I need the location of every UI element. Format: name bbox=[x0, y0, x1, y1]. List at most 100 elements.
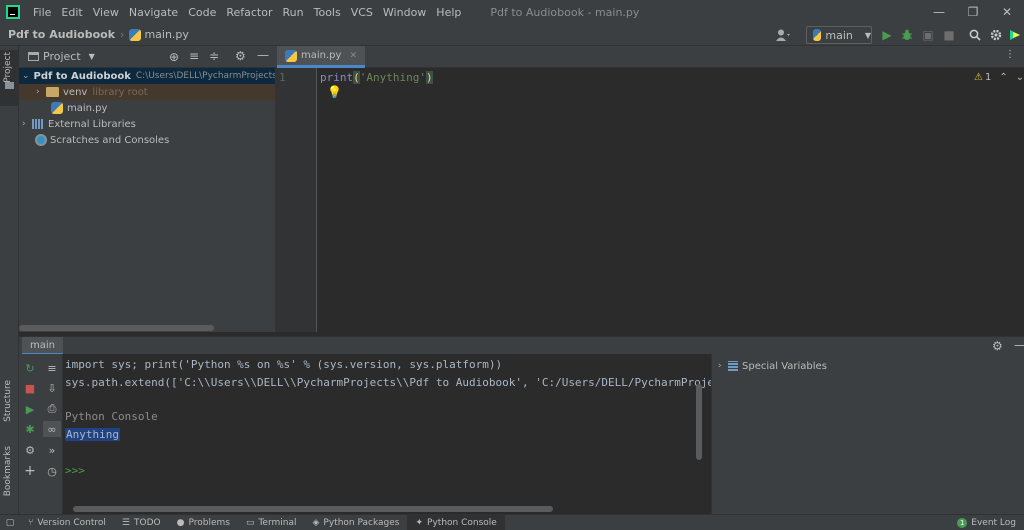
close-icon[interactable]: ✕ bbox=[990, 0, 1024, 24]
restore-icon[interactable]: ❐ bbox=[956, 0, 990, 24]
tree-item-external-libraries[interactable]: › External Libraries bbox=[22, 116, 136, 132]
status-python-console[interactable]: ✦ Python Console bbox=[407, 514, 505, 530]
code-line-1[interactable]: print('Anything') bbox=[320, 71, 433, 84]
expand-all-icon[interactable]: ≡ bbox=[189, 49, 199, 63]
hide-panel-icon[interactable]: — bbox=[257, 48, 269, 62]
status-label: Terminal bbox=[258, 517, 297, 528]
console-tab-bar: main ⚙ — bbox=[19, 336, 1024, 355]
locate-file-icon[interactable]: ⊕ bbox=[169, 50, 179, 64]
run-configuration-select[interactable]: main ▼ bbox=[806, 26, 872, 44]
menu-tools[interactable]: Tools bbox=[309, 6, 346, 19]
minimize-icon[interactable]: — bbox=[922, 0, 956, 24]
lightbulb-icon[interactable]: 💡 bbox=[327, 85, 342, 99]
tab-console-main[interactable]: main bbox=[22, 337, 63, 355]
run-with-coverage-icon[interactable]: ▣ bbox=[920, 27, 936, 43]
previous-highlight-icon[interactable]: ⌃ bbox=[999, 72, 1007, 83]
horizontal-scrollbar[interactable] bbox=[73, 506, 553, 512]
console-line: sys.path.extend(['C:\\Users\\DELL\\Pycha… bbox=[65, 376, 721, 389]
hide-console-icon[interactable]: — bbox=[1014, 338, 1024, 352]
show-variables-icon[interactable]: ∞ bbox=[43, 421, 61, 437]
breadcrumb-separator-icon: › bbox=[120, 28, 125, 41]
run-icon[interactable]: ▶ bbox=[879, 27, 895, 43]
stop-icon[interactable]: ■ bbox=[22, 380, 38, 396]
menu-help[interactable]: Help bbox=[431, 6, 466, 19]
status-terminal[interactable]: ▭ Terminal bbox=[238, 515, 305, 530]
menu-refactor[interactable]: Refactor bbox=[221, 6, 277, 19]
debug-icon[interactable]: ✱ bbox=[22, 421, 38, 437]
menu-run[interactable]: Run bbox=[278, 6, 309, 19]
toggle-tool-windows-icon[interactable]: ▢ bbox=[0, 518, 20, 528]
console-toolbar-right: ≡ ⇩ ⎙ ∞ » ◷ bbox=[41, 354, 63, 514]
menu-edit[interactable]: Edit bbox=[56, 6, 87, 19]
chevron-right-icon[interactable]: › bbox=[22, 119, 32, 129]
structure-tool-tab[interactable]: Structure bbox=[3, 380, 13, 422]
print-icon[interactable]: ⎙ bbox=[44, 401, 60, 417]
tree-main-py-label: main.py bbox=[67, 102, 108, 114]
stop-icon[interactable]: ■ bbox=[941, 27, 957, 43]
history-clock-icon[interactable]: ◷ bbox=[44, 463, 60, 479]
window-title: Pdf to Audiobook - main.py bbox=[490, 5, 640, 19]
breadcrumb-file[interactable]: main.py bbox=[144, 28, 188, 41]
settings-gear-icon[interactable] bbox=[988, 27, 1004, 43]
menu-code[interactable]: Code bbox=[183, 6, 221, 19]
chevron-down-icon[interactable]: ▼ bbox=[89, 52, 95, 61]
soft-wrap-icon[interactable]: ≡ bbox=[44, 360, 60, 376]
console-toolbar-left: ↻ ■ ▶ ✱ ⚙ + bbox=[19, 354, 41, 514]
debug-icon[interactable] bbox=[899, 27, 915, 43]
tree-item-root[interactable]: ⌄ Pdf to Audiobook C:\Users\DELL\Pycharm… bbox=[19, 68, 280, 84]
status-problems[interactable]: ● Problems bbox=[169, 515, 238, 530]
user-icon[interactable] bbox=[772, 27, 794, 43]
console-settings-icon[interactable]: ⚙ bbox=[22, 442, 38, 458]
breadcrumb-project[interactable]: Pdf to Audiobook bbox=[8, 28, 115, 41]
history-forward-icon[interactable]: » bbox=[44, 442, 60, 458]
left-tool-stripe: Project Structure Bookmarks bbox=[0, 46, 19, 514]
search-icon[interactable] bbox=[967, 27, 983, 43]
scratches-icon bbox=[35, 134, 47, 146]
terminal-icon: ▭ bbox=[245, 517, 255, 528]
code-function: print bbox=[320, 71, 354, 84]
tree-item-main-py[interactable]: main.py bbox=[51, 100, 107, 116]
navigation-bar: Pdf to Audiobook › main.py main ▼ ▶ ▣ ■ bbox=[0, 24, 1024, 46]
execute-icon[interactable]: ▶ bbox=[22, 401, 38, 417]
project-panel-title[interactable]: Project bbox=[43, 50, 81, 63]
status-version-control[interactable]: ⑂ Version Control bbox=[20, 515, 114, 530]
menu-file[interactable]: File bbox=[28, 6, 56, 19]
tree-item-venv[interactable]: › venv library root bbox=[19, 84, 275, 100]
inspection-widget[interactable]: ⚠ 1 ⌃ ⌄ bbox=[974, 72, 1024, 83]
status-event-log[interactable]: 1 Event Log bbox=[949, 515, 1024, 530]
tab-main-py[interactable]: main.py ✕ bbox=[277, 46, 365, 68]
rerun-icon[interactable]: ↻ bbox=[22, 360, 38, 376]
next-highlight-icon[interactable]: ⌄ bbox=[1016, 72, 1024, 83]
scroll-to-end-icon[interactable]: ⇩ bbox=[44, 380, 60, 396]
menu-vcs[interactable]: VCS bbox=[346, 6, 378, 19]
collapse-all-icon[interactable]: ≑ bbox=[209, 49, 219, 63]
python-icon bbox=[813, 29, 822, 41]
console-output[interactable]: import sys; print('Python %s on %s' % (s… bbox=[63, 354, 721, 514]
options-gear-icon[interactable]: ⚙ bbox=[235, 49, 246, 63]
special-variables-item[interactable]: › Special Variables bbox=[718, 358, 827, 374]
code-editor[interactable]: print('Anything') 💡 ⚠ 1 ⌃ ⌄ bbox=[318, 68, 1024, 332]
menu-view[interactable]: View bbox=[88, 6, 124, 19]
close-tab-icon[interactable]: ✕ bbox=[349, 51, 357, 61]
status-todo[interactable]: ☰ TODO bbox=[114, 515, 169, 530]
project-panel-header: Project ▼ ⊕ ≡ ≑ ⚙ — bbox=[19, 46, 275, 68]
status-python-packages[interactable]: ◈ Python Packages bbox=[305, 515, 408, 530]
chevron-right-icon[interactable]: › bbox=[718, 361, 728, 371]
menu-window[interactable]: Window bbox=[378, 6, 431, 19]
jetbrains-ide-icon[interactable] bbox=[1007, 27, 1023, 43]
horizontal-scrollbar[interactable] bbox=[19, 325, 214, 331]
folder-icon bbox=[46, 87, 59, 97]
menu-navigate[interactable]: Navigate bbox=[124, 6, 183, 19]
chevron-down-icon[interactable]: ⌄ bbox=[22, 71, 30, 81]
project-tool-tab[interactable]: Project bbox=[3, 52, 13, 83]
new-console-icon[interactable]: + bbox=[22, 463, 38, 479]
more-tabs-icon[interactable]: ⋮ bbox=[1005, 49, 1015, 60]
console-prompt[interactable]: >>> bbox=[65, 464, 85, 477]
bookmarks-tool-tab[interactable]: Bookmarks bbox=[3, 446, 13, 496]
status-bar: ▢ ⑂ Version Control ☰ TODO ● Problems ▭ Term… bbox=[0, 514, 1024, 530]
tree-venv-hint: library root bbox=[92, 86, 148, 98]
console-settings-gear-icon[interactable]: ⚙ bbox=[992, 339, 1003, 353]
tree-item-scratches[interactable]: Scratches and Consoles bbox=[35, 132, 169, 148]
vertical-scrollbar[interactable] bbox=[696, 384, 702, 460]
chevron-right-icon[interactable]: › bbox=[36, 87, 46, 97]
